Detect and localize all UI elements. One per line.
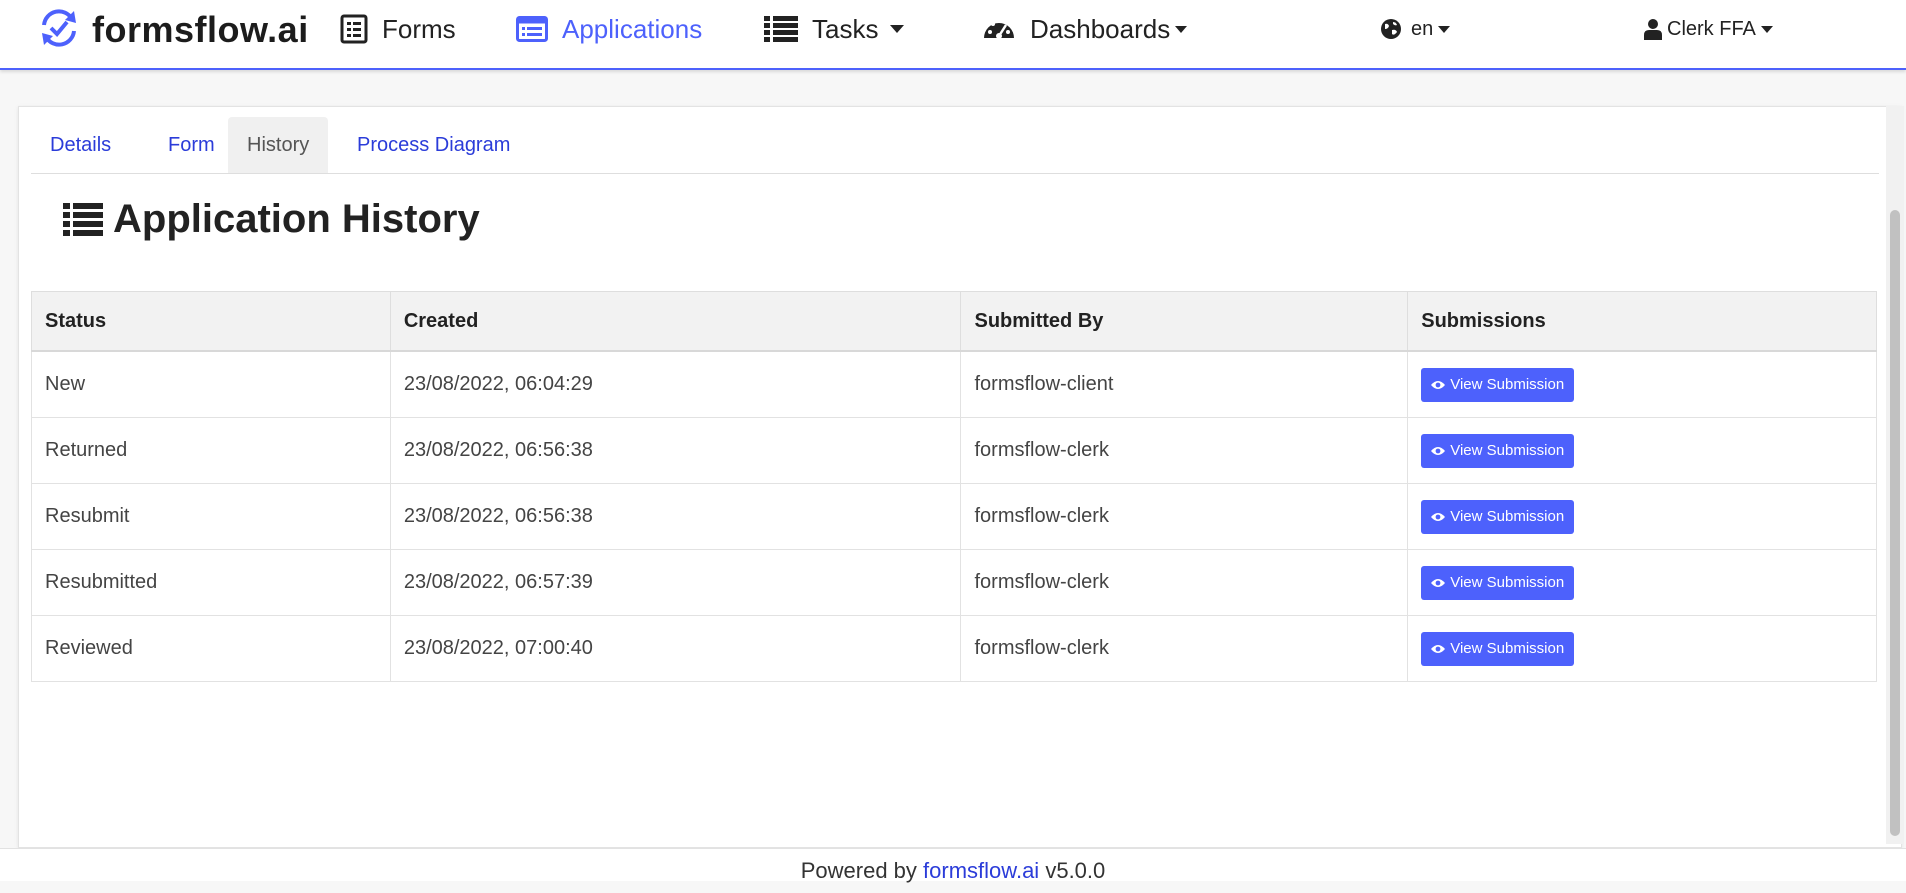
cell-submitted-by: formsflow-clerk — [960, 615, 1409, 682]
cell-submissions: View Submission — [1407, 350, 1877, 418]
nav-applications-label: Applications — [562, 13, 703, 44]
eye-icon — [1431, 644, 1446, 654]
tab-form[interactable]: Form — [149, 117, 234, 173]
cell-status: Resubmit — [31, 483, 391, 550]
language-label: en — [1411, 17, 1434, 40]
tab-bar: Details Form History Process Diagram — [31, 117, 1879, 174]
forms-icon — [340, 14, 368, 44]
nav-dashboards-label: Dashboards — [1030, 13, 1171, 44]
cell-submissions: View Submission — [1407, 483, 1877, 550]
view-submission-button[interactable]: View Submission — [1421, 565, 1575, 600]
column-header-created[interactable]: Created — [389, 291, 962, 352]
dashboard-gauge-icon — [982, 14, 1016, 44]
footer-version: v5.0.0 — [1045, 858, 1106, 883]
table-row: New 23/08/2022, 06:04:29 formsflow-clien… — [31, 350, 1877, 418]
nav-dashboards[interactable]: Dashboards — [982, 10, 1188, 48]
nav-forms[interactable]: Forms — [340, 10, 456, 48]
eye-icon — [1431, 380, 1446, 390]
view-submission-label: View Submission — [1450, 574, 1565, 591]
formsflow-logo-icon — [34, 3, 84, 58]
footer-prefix: Powered by — [800, 858, 917, 883]
user-name: Clerk FFA — [1667, 17, 1756, 40]
user-icon — [1644, 18, 1662, 40]
table-header-row: Status Created Submitted By Submissions — [31, 291, 1877, 352]
tab-history[interactable]: History — [228, 117, 329, 173]
cell-submissions: View Submission — [1407, 417, 1877, 484]
history-table: Status Created Submitted By Submissions … — [31, 291, 1877, 682]
list-icon — [63, 202, 103, 236]
page-title: Application History — [63, 191, 480, 247]
cell-status: Reviewed — [31, 615, 391, 682]
top-navbar: formsflow.ai Forms Applications Tasks Da… — [0, 0, 1906, 70]
cell-created: 23/08/2022, 06:57:39 — [389, 549, 962, 616]
chevron-down-icon — [1760, 25, 1773, 33]
cell-submitted-by: formsflow-clerk — [960, 549, 1409, 616]
eye-icon — [1431, 578, 1446, 588]
view-submission-button[interactable]: View Submission — [1421, 631, 1575, 666]
footer: Powered by formsflow.ai v5.0.0 — [0, 848, 1906, 883]
cell-created: 23/08/2022, 06:56:38 — [389, 483, 962, 550]
tab-details[interactable]: Details — [31, 117, 130, 173]
cell-created: 23/08/2022, 06:56:38 — [389, 417, 962, 484]
column-header-submissions: Submissions — [1407, 291, 1877, 352]
tab-process-diagram[interactable]: Process Diagram — [338, 117, 529, 173]
nav-tasks-label: Tasks — [812, 13, 879, 44]
column-header-submitted-by[interactable]: Submitted By — [960, 291, 1409, 352]
column-header-status[interactable]: Status — [31, 291, 391, 352]
cell-submissions: View Submission — [1407, 549, 1877, 616]
page-title-text: Application History — [113, 196, 480, 241]
globe-icon — [1380, 18, 1402, 40]
view-submission-button[interactable]: View Submission — [1421, 499, 1575, 534]
table-row: Resubmit 23/08/2022, 06:56:38 formsflow-… — [31, 483, 1877, 550]
nav-tasks[interactable]: Tasks — [764, 10, 905, 48]
cell-status: New — [31, 350, 391, 418]
view-submission-label: View Submission — [1450, 640, 1565, 657]
view-submission-button[interactable]: View Submission — [1421, 433, 1575, 468]
cell-created: 23/08/2022, 06:04:29 — [389, 350, 962, 418]
view-submission-label: View Submission — [1450, 442, 1565, 459]
view-submission-button[interactable]: View Submission — [1421, 367, 1575, 402]
view-submission-label: View Submission — [1450, 508, 1565, 525]
nav-applications[interactable]: Applications — [516, 10, 702, 48]
application-card: Details Form History Process Diagram App… — [18, 106, 1902, 848]
table-row: Resubmitted 23/08/2022, 06:57:39 formsfl… — [31, 549, 1877, 616]
brand-logo[interactable]: formsflow.ai — [34, 4, 309, 56]
user-menu[interactable]: Clerk FFA — [1644, 10, 1773, 48]
chevron-down-icon — [1438, 25, 1451, 33]
table-row: Returned 23/08/2022, 06:56:38 formsflow-… — [31, 417, 1877, 484]
view-submission-label: View Submission — [1450, 376, 1565, 393]
vertical-scrollbar[interactable] — [1886, 106, 1904, 844]
applications-icon — [516, 16, 548, 42]
chevron-down-icon — [1175, 25, 1188, 33]
cell-created: 23/08/2022, 07:00:40 — [389, 615, 962, 682]
language-selector[interactable]: en — [1380, 10, 1451, 48]
cell-status: Resubmitted — [31, 549, 391, 616]
eye-icon — [1431, 446, 1446, 456]
cell-submitted-by: formsflow-clerk — [960, 483, 1409, 550]
tasks-list-icon — [764, 16, 798, 42]
cell-submitted-by: formsflow-client — [960, 350, 1409, 418]
cell-submitted-by: formsflow-clerk — [960, 417, 1409, 484]
table-row: Reviewed 23/08/2022, 07:00:40 formsflow-… — [31, 615, 1877, 682]
cell-status: Returned — [31, 417, 391, 484]
scrollbar-thumb[interactable] — [1890, 210, 1900, 836]
footer-formsflow-link[interactable]: formsflow.ai — [923, 858, 1039, 883]
eye-icon — [1431, 512, 1446, 522]
chevron-down-icon — [890, 25, 905, 33]
brand-name: formsflow.ai — [92, 9, 309, 50]
cell-submissions: View Submission — [1407, 615, 1877, 682]
nav-forms-label: Forms — [382, 13, 456, 44]
